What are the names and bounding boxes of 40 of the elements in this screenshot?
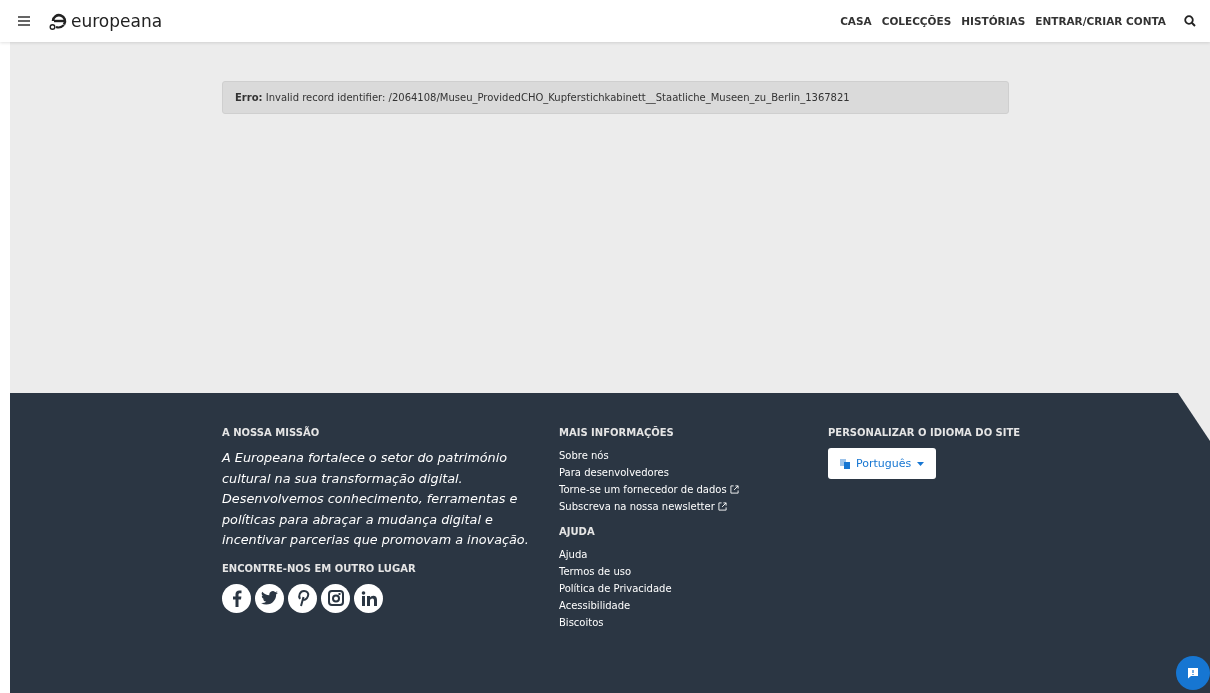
- footer-link[interactable]: Ajuda: [559, 547, 828, 562]
- nav-link[interactable]: COLECÇÕES: [881, 15, 952, 27]
- footer-link[interactable]: Termos de uso: [559, 564, 828, 579]
- footer-heading: A NOSSA MISSÃO: [222, 427, 321, 438]
- error-message: Erro: Invalid record identifier: /2064108/Museu_ProvidedCHO_Kupferstichkabinett__Staatliche_Museen_zu_Berlin_1367821: [222, 81, 1009, 114]
- footer-link[interactable]: Torne-se um fornecedor de dados: [559, 482, 828, 497]
- camera-icon: [327, 590, 344, 606]
- caret-icon: [917, 461, 925, 466]
- logo-text[interactable]: europeana: [71, 11, 163, 31]
- bird-icon: [261, 591, 278, 605]
- nav-link[interactable]: HISTÓRIAS: [961, 15, 1026, 27]
- chat-icon: [1187, 667, 1199, 679]
- external-link-icon: [729, 485, 739, 494]
- footer-link[interactable]: Subscreva na nossa newsletter: [559, 499, 828, 514]
- footer-link[interactable]: Política de Privacidade: [559, 581, 828, 596]
- nav-link[interactable]: CASA: [840, 15, 872, 27]
- translate-icon: [840, 458, 850, 469]
- linkedin-icon: [360, 590, 377, 606]
- footer-link[interactable]: Para desenvolvedores: [559, 465, 828, 480]
- footer-link[interactable]: Biscoitos: [559, 615, 828, 630]
- footer-heading: AJUDA: [559, 526, 596, 537]
- nav-link[interactable]: ENTRAR/CRIAR CONTA: [1035, 15, 1166, 27]
- social-link[interactable]: [288, 583, 317, 613]
- mission-text: A Europeana fortalece o setor do património cultural na sua transformação digital. Desenvolvemos conhecimento, ferramentas e políticas para abraçar a mudança digital e incentivar parcerias que promovam a inovação.: [222, 449, 530, 549]
- pinterest-icon: [295, 589, 310, 607]
- footer-link[interactable]: Acessibilidade: [559, 598, 828, 613]
- footer-link[interactable]: Sobre nós: [559, 448, 828, 463]
- footer-heading: ENCONTRE-NOS EM OUTRO LUGAR: [222, 562, 417, 574]
- social-link[interactable]: [354, 583, 383, 613]
- social-link[interactable]: [222, 583, 251, 613]
- footer-heading: MAIS INFORMAÇÕES: [559, 427, 675, 438]
- menu-icon[interactable]: [18, 16, 30, 26]
- external-link-icon: [717, 502, 727, 511]
- social-link[interactable]: [321, 583, 350, 613]
- search-icon[interactable]: [1184, 15, 1196, 27]
- social-link[interactable]: [255, 583, 284, 613]
- facebook-icon: [231, 589, 242, 607]
- logo-icon: [48, 11, 68, 31]
- language-select[interactable]: Português: [828, 448, 937, 479]
- footer-heading: PERSONALIZAR O IDIOMA DO SITE: [828, 427, 1022, 438]
